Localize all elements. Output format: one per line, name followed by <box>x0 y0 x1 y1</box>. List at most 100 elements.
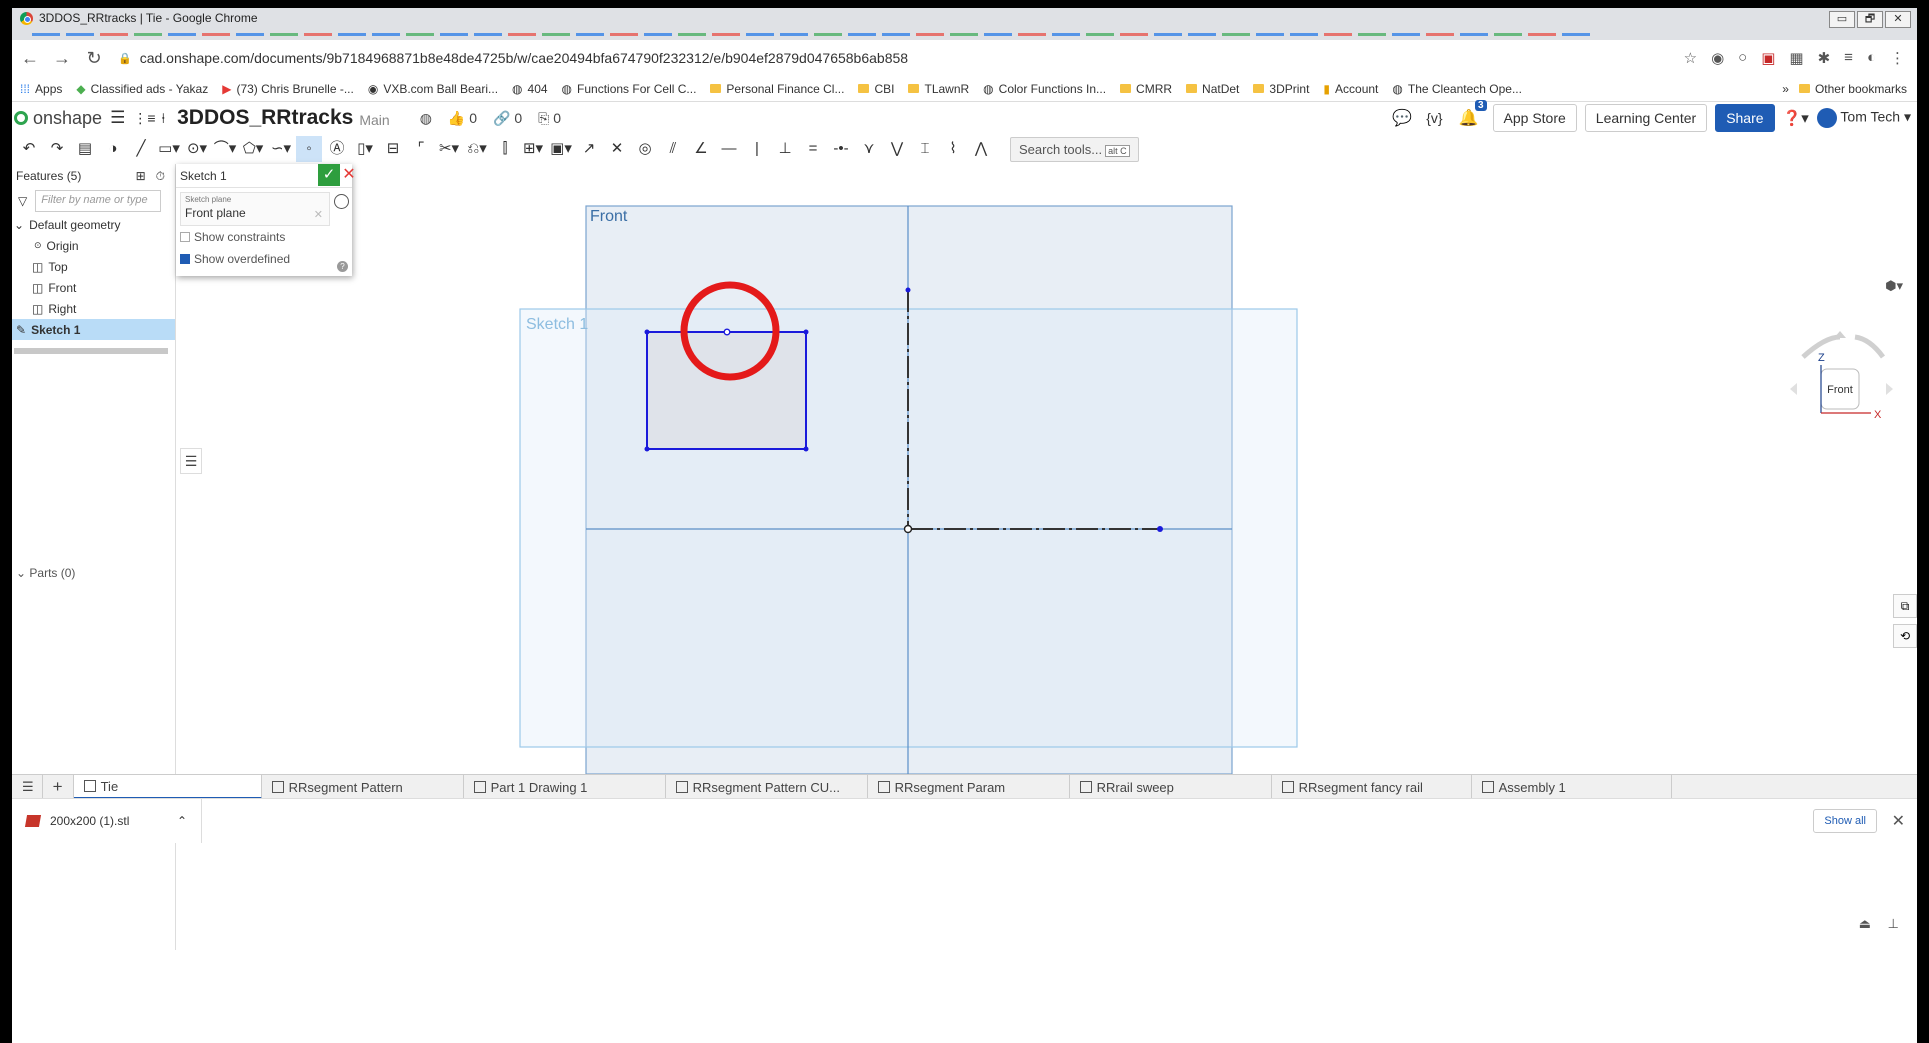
use-icon[interactable]: ⎌▾ <box>464 136 490 162</box>
extension-icon[interactable]: ◉ <box>1711 49 1724 67</box>
view-mode-dropdown[interactable]: ⬢▾ <box>1885 278 1903 294</box>
share-button[interactable]: Share <box>1715 104 1775 132</box>
globe-public-icon[interactable]: ◍ <box>420 110 432 127</box>
construction-icon[interactable]: ▯▾ <box>352 136 378 162</box>
notifications-icon[interactable]: 🔔 3 <box>1459 100 1487 128</box>
mirror-icon[interactable]: ⫿ <box>492 136 518 162</box>
profile-avatar-icon[interactable]: ◐ <box>1867 49 1876 67</box>
tab-manager-icon[interactable]: ☰ <box>12 775 43 799</box>
back-icon[interactable]: ← <box>16 44 44 72</box>
sketch-canvas[interactable]: Front Sketch 1 <box>177 164 1917 774</box>
restore-button[interactable]: 🗗 <box>1857 11 1883 28</box>
show-constraints-checkbox[interactable]: Show constraints <box>176 226 352 248</box>
add-tab-icon[interactable]: + <box>43 775 74 799</box>
tree-item-front[interactable]: ◫ Front <box>12 277 175 298</box>
version-graph-icon[interactable]: ⋮≡ <box>133 110 155 127</box>
feature-tree-scrollbar[interactable] <box>14 348 168 354</box>
reload-icon[interactable]: ↻ <box>80 44 108 72</box>
forward-icon[interactable]: → <box>48 44 76 72</box>
rectangle-corner-point[interactable] <box>644 329 650 335</box>
circle-tool-icon[interactable]: ⊙▾ <box>184 136 210 162</box>
pierce-icon[interactable]: ⋁ <box>884 136 910 162</box>
up-arrow-icon[interactable] <box>1834 331 1846 338</box>
trim-icon[interactable]: ✂▾ <box>436 136 462 162</box>
sketch-plane-field[interactable]: Sketch plane Front plane ✕ <box>180 192 330 226</box>
tab-rrsegment-pattern[interactable]: RRsegment Pattern <box>262 775 464 799</box>
branch-icon[interactable]: ⍿ <box>162 110 166 127</box>
extension-box-icon[interactable]: ▦ <box>1789 49 1803 67</box>
midpoint-icon[interactable]: -•- <box>828 136 854 162</box>
reading-list-icon[interactable]: ≡ <box>1844 49 1853 67</box>
default-geometry-node[interactable]: ⌄ Default geometry <box>12 214 175 235</box>
placed-sketch-point[interactable] <box>723 328 731 336</box>
section-view-icon[interactable]: ⟲ <box>1893 624 1917 648</box>
featurescript-icon[interactable]: {v} <box>1426 110 1442 126</box>
spline-tool-icon[interactable]: ∽▾ <box>268 136 294 162</box>
perpendicular-icon[interactable]: ⊥ <box>772 136 798 162</box>
document-name[interactable]: 3DDOS_RRtracks <box>177 106 353 130</box>
tab-rrsegment-fancy-rail[interactable]: RRsegment fancy rail <box>1272 775 1472 799</box>
tab-tie[interactable]: Tie <box>73 775 262 799</box>
tab-part-1-drawing-1[interactable]: Part 1 Drawing 1 <box>464 775 666 799</box>
bookmark-404[interactable]: ◍ 404 <box>512 82 548 96</box>
sketch-list-icon[interactable]: ▤ <box>72 136 98 162</box>
pdf-icon[interactable]: ▣ <box>1761 49 1775 67</box>
point-tool-icon[interactable]: ◦ <box>296 136 322 162</box>
download-item[interactable]: 200x200 (1).stl ⌃ <box>12 799 202 843</box>
fix-icon[interactable]: ⌇ <box>940 136 966 162</box>
rectangle-corner-point[interactable] <box>644 446 650 452</box>
pattern-icon[interactable]: ⊞▾ <box>520 136 546 162</box>
likes[interactable]: 👍 0 <box>448 110 477 127</box>
accept-sketch-button[interactable]: ✓ <box>318 164 340 186</box>
bookmark-vxb[interactable]: ◉ VXB.com Ball Beari... <box>368 82 498 96</box>
tangent-icon[interactable]: ∠ <box>688 136 714 162</box>
parallel-icon[interactable]: ⫽ <box>660 136 686 162</box>
help-icon[interactable]: ❓▾ <box>1783 109 1809 127</box>
show-overdefined-checkbox[interactable]: Show overdefined <box>176 248 352 270</box>
parts-node[interactable]: ⌄ Parts (0) <box>16 566 75 580</box>
vertical-icon[interactable]: | <box>744 136 770 162</box>
rectangle-tool-icon[interactable]: ▭▾ <box>156 136 182 162</box>
symmetric-icon[interactable]: ⌶ <box>912 136 938 162</box>
insert-dxf-icon[interactable]: ▣▾ <box>548 136 574 162</box>
show-all-button[interactable]: Show all <box>1813 809 1877 833</box>
named-views-icon[interactable]: ⧉ <box>1893 594 1917 618</box>
bookmark-tlawnr[interactable]: TLawnR <box>908 82 969 96</box>
other-bookmarks[interactable]: Other bookmarks <box>1798 82 1907 96</box>
learning-center-button[interactable]: Learning Center <box>1584 104 1708 132</box>
right-arrow-icon[interactable] <box>1886 383 1893 395</box>
tab-rrsegment-pattern-cu[interactable]: RRsegment Pattern CU... <box>666 775 868 799</box>
origin-point[interactable] <box>903 524 913 534</box>
concentric-icon[interactable]: ◎ <box>632 136 658 162</box>
bookmark-3dprint[interactable]: 3DPrint <box>1253 82 1309 96</box>
search-tools-input[interactable]: Search tools... alt C <box>1010 136 1139 162</box>
cancel-sketch-button[interactable]: ✕ <box>340 164 358 186</box>
normal-icon[interactable]: ⋎ <box>856 136 882 162</box>
bookmark-finance[interactable]: Personal Finance Cl... <box>710 82 844 96</box>
menu-icon[interactable]: ⋮ <box>1890 49 1905 67</box>
undo-icon[interactable]: ↶ <box>16 136 42 162</box>
line-endpoint[interactable] <box>905 287 911 293</box>
puzzle-icon[interactable]: ✱ <box>1818 49 1831 67</box>
mass-properties-icon[interactable]: ⊥ <box>1888 916 1899 932</box>
tab-assembly-1[interactable]: Assembly 1 <box>1472 775 1672 799</box>
browser-tab-strip[interactable] <box>12 28 1917 40</box>
fillet-icon[interactable]: ⌜ <box>408 136 434 162</box>
onshape-logo[interactable]: onshape <box>14 108 102 129</box>
clear-plane-icon[interactable]: ✕ <box>314 208 323 221</box>
branch-name[interactable]: Main <box>359 112 389 128</box>
close-downloads-icon[interactable]: ✕ <box>1892 811 1905 831</box>
address-bar[interactable]: 🔒 cad.onshape.com/documents/9b7184968871… <box>118 50 1684 66</box>
bookmark-youtube[interactable]: ▶ (73) Chris Brunelle -... <box>222 82 354 96</box>
dimension-icon[interactable]: ↗ <box>576 136 602 162</box>
curvature-icon[interactable]: ⋀ <box>968 136 994 162</box>
sketch-rectangle[interactable] <box>646 331 807 450</box>
tree-item-sketch-1[interactable]: ✎ Sketch 1 <box>12 319 175 340</box>
left-arrow-icon[interactable] <box>1790 383 1797 395</box>
equal-icon[interactable]: = <box>800 136 826 162</box>
tree-item-right[interactable]: ◫ Right <box>12 298 175 319</box>
coincident-icon[interactable]: ✕ <box>604 136 630 162</box>
help-icon[interactable]: ? <box>337 261 348 272</box>
copies[interactable]: ⎘ 0 <box>538 110 561 127</box>
tree-item-origin[interactable]: ⊙ Origin <box>12 235 175 256</box>
